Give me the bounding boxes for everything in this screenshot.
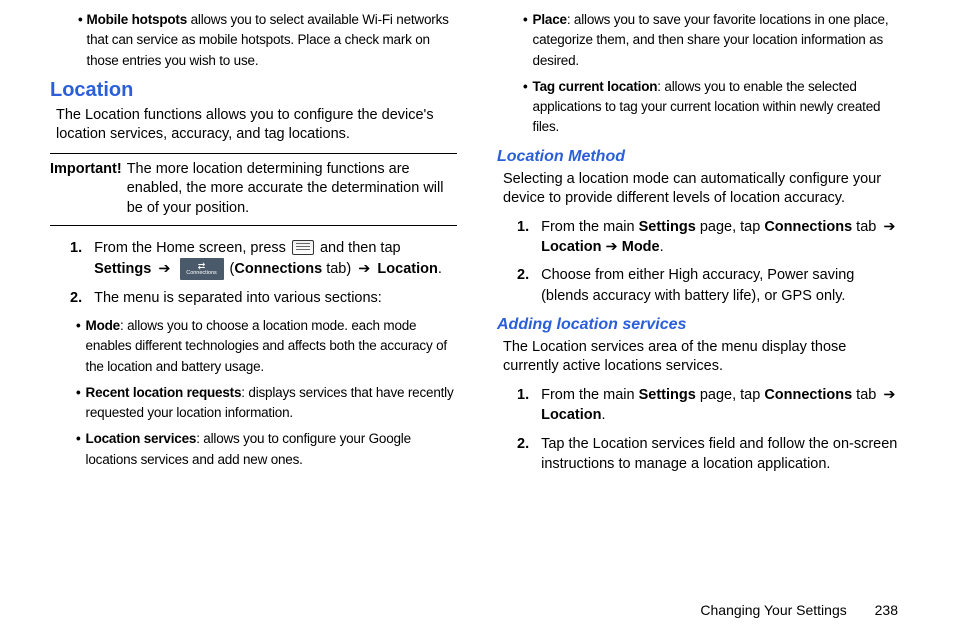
arrow-text: ➔	[602, 239, 622, 255]
step-number: 1.	[70, 238, 82, 280]
arrow-icon: ➔	[158, 259, 170, 279]
step-number: 2.	[70, 288, 82, 308]
footer-title: Changing Your Settings	[700, 602, 846, 618]
connections-icon-label: Connections	[186, 271, 217, 277]
arrow-icon: ➔	[883, 217, 895, 237]
bullet-content: Tag current location: allows you to enab…	[533, 77, 904, 138]
important-note: Important! The more location determining…	[50, 153, 457, 226]
step-number: 1.	[517, 217, 529, 258]
hotspot-label: Mobile hotspots	[87, 12, 188, 27]
step-number: 2.	[517, 265, 529, 306]
arrow-icon: ➔	[883, 385, 895, 405]
tab-text: tab)	[322, 261, 355, 277]
bullet-dot: •	[76, 429, 81, 470]
recent-label: Recent location requests	[86, 385, 242, 400]
method-step-1: 1. From the main Settings page, tap Conn…	[497, 217, 904, 258]
tab-text: tab	[852, 387, 880, 403]
method-step-2: 2. Choose from either High accuracy, Pow…	[497, 265, 904, 306]
connections-icon: ⇄Connections	[180, 258, 224, 280]
period: .	[602, 407, 606, 423]
bullet-content: Mode: allows you to choose a location mo…	[86, 316, 457, 377]
bullet-mobile-hotspots: • Mobile hotspots allows you to select a…	[50, 10, 457, 71]
text-pre: From the main	[541, 387, 639, 403]
mode-label: Mode	[622, 239, 660, 255]
location-label: Location	[541, 407, 601, 423]
mode-label: Mode	[86, 318, 120, 333]
bullet-place: • Place: allows you to save your favorit…	[497, 10, 904, 71]
services-label: Location services	[86, 431, 197, 446]
mode-text: : allows you to choose a location mode. …	[86, 318, 447, 374]
period: .	[660, 239, 664, 255]
settings-label: Settings	[639, 219, 696, 235]
bullet-services: • Location services: allows you to confi…	[50, 429, 457, 470]
settings-label: Settings	[639, 387, 696, 403]
important-label: Important!	[50, 160, 122, 219]
bullet-dot: •	[523, 77, 528, 138]
text-mid: page, tap	[696, 387, 765, 403]
bullet-content: Place: allows you to save your favorite …	[533, 10, 904, 71]
bullet-content: Recent location requests: displays servi…	[86, 383, 457, 424]
left-column: • Mobile hotspots allows you to select a…	[50, 10, 457, 482]
settings-label: Settings	[94, 261, 151, 277]
adding-step-1: 1. From the main Settings page, tap Conn…	[497, 385, 904, 426]
heading-location: Location	[50, 79, 457, 102]
bullet-tag: • Tag current location: allows you to en…	[497, 77, 904, 138]
page-columns: • Mobile hotspots allows you to select a…	[50, 10, 904, 482]
step-content: Tap the Location services field and foll…	[541, 434, 904, 475]
connections-label: Connections	[234, 261, 322, 277]
bullet-content: Mobile hotspots allows you to select ava…	[87, 10, 457, 71]
text-pre: From the main	[541, 219, 639, 235]
bullet-dot: •	[523, 10, 528, 71]
page-number: 238	[875, 602, 898, 618]
arrow-icon: ➔	[358, 259, 370, 279]
location-description: The Location functions allows you to con…	[50, 106, 457, 145]
method-description: Selecting a location mode can automatica…	[497, 170, 904, 209]
step-2: 2. The menu is separated into various se…	[50, 288, 457, 308]
adding-description: The Location services area of the menu d…	[497, 338, 904, 377]
step-content: Choose from either High accuracy, Power …	[541, 265, 904, 306]
important-text: The more location determining functions …	[127, 160, 457, 219]
step-content: The menu is separated into various secti…	[94, 288, 457, 308]
bullet-dot: •	[76, 383, 81, 424]
tag-label: Tag current location	[533, 79, 658, 94]
right-column: • Place: allows you to save your favorit…	[497, 10, 904, 482]
period: .	[438, 261, 442, 277]
step-content: From the Home screen, press and then tap…	[94, 238, 457, 280]
step-1: 1. From the Home screen, press and then …	[50, 238, 457, 280]
bullet-recent: • Recent location requests: displays ser…	[50, 383, 457, 424]
connections-label: Connections	[764, 387, 852, 403]
adding-step-2: 2. Tap the Location services field and f…	[497, 434, 904, 475]
step-number: 2.	[517, 434, 529, 475]
bullet-mode: • Mode: allows you to choose a location …	[50, 316, 457, 377]
text-post1: and then tap	[316, 240, 401, 256]
heading-adding-services: Adding location services	[497, 316, 904, 334]
place-label: Place	[533, 12, 567, 27]
text-mid: page, tap	[696, 219, 765, 235]
bullet-dot: •	[78, 10, 83, 71]
tab-text: tab	[852, 219, 880, 235]
heading-location-method: Location Method	[497, 148, 904, 166]
location-label: Location	[373, 261, 437, 277]
menu-icon	[292, 240, 314, 255]
place-text: : allows you to save your favorite locat…	[533, 12, 889, 68]
location-label: Location	[541, 239, 601, 255]
connections-label: Connections	[764, 219, 852, 235]
step-content: From the main Settings page, tap Connect…	[541, 385, 904, 426]
step-number: 1.	[517, 385, 529, 426]
text-pre: From the Home screen, press	[94, 240, 290, 256]
step-content: From the main Settings page, tap Connect…	[541, 217, 904, 258]
page-footer: Changing Your Settings 238	[700, 602, 898, 618]
bullet-content: Location services: allows you to configu…	[86, 429, 457, 470]
bullet-dot: •	[76, 316, 81, 377]
